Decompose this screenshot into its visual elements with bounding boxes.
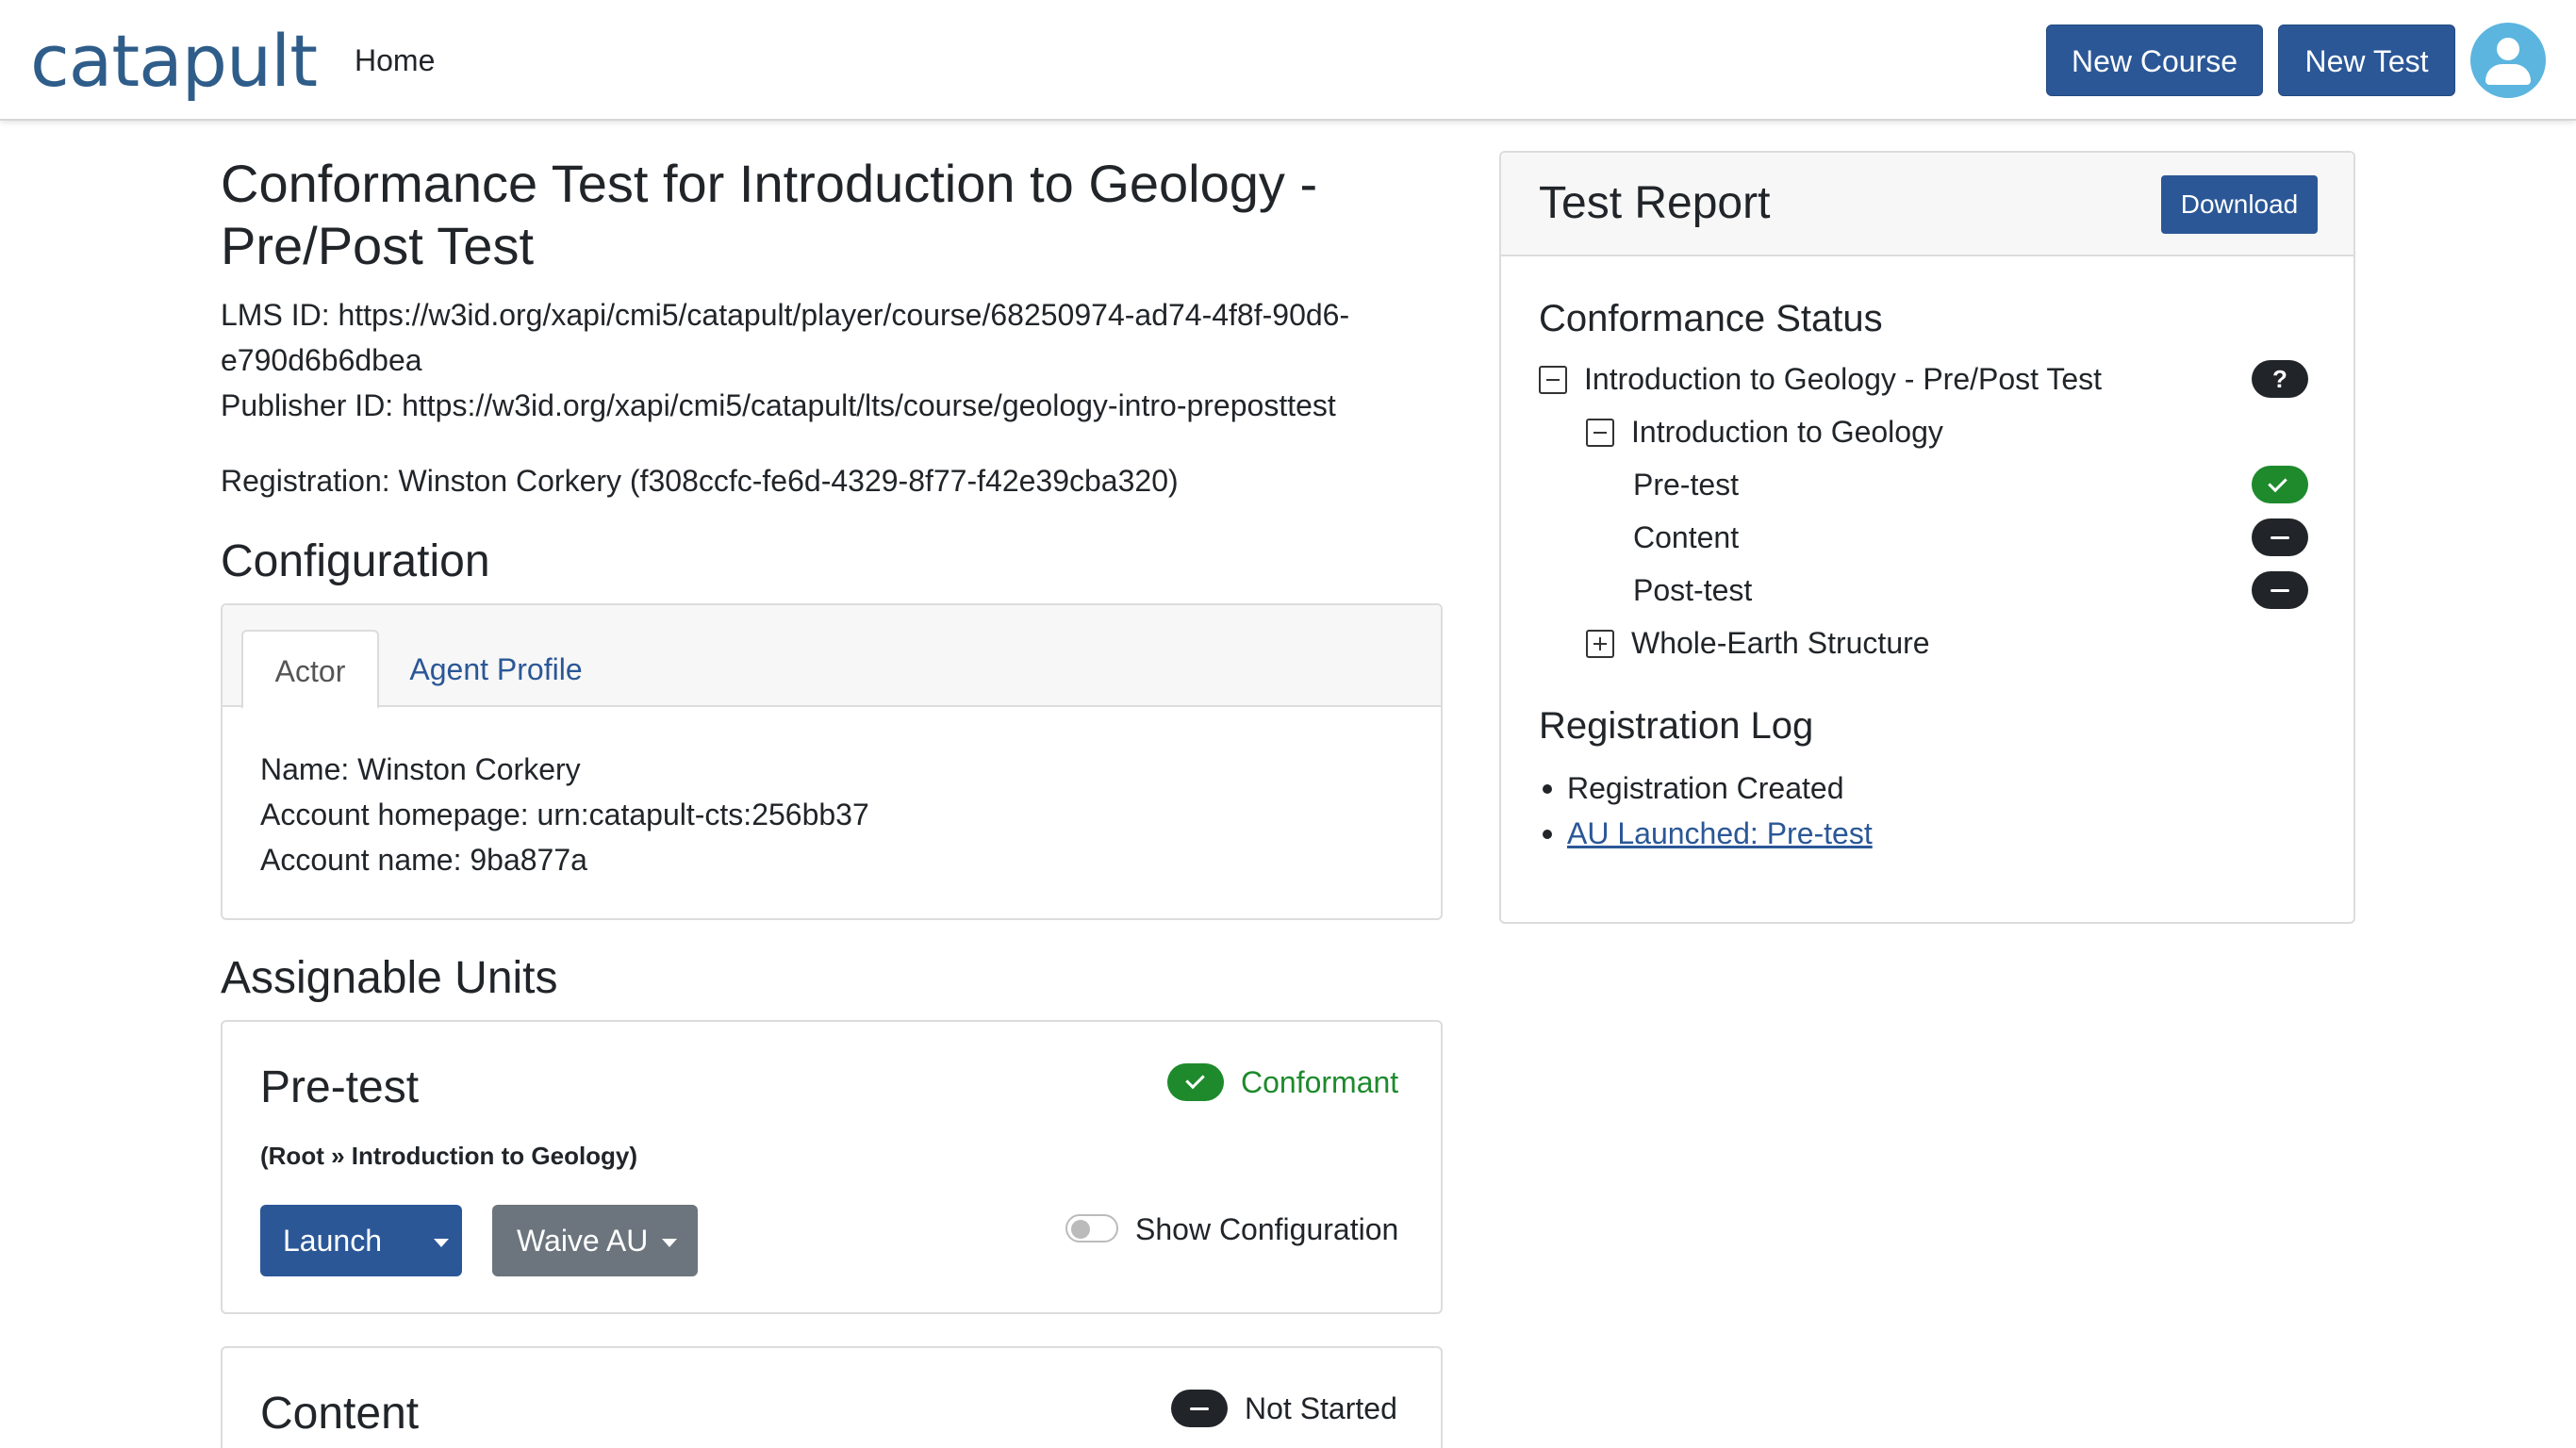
dash-mark xyxy=(2271,589,2289,592)
registration-info: Registration: Winston Corkery (f308ccfc-… xyxy=(221,464,1179,498)
waive-au-button[interactable]: Waive AU xyxy=(492,1205,698,1276)
toggle-knob xyxy=(1071,1220,1090,1239)
log-item: AU Launched: Pre-test xyxy=(1543,811,1873,856)
test-report-title: Test Report xyxy=(1539,178,1771,228)
dash-mark xyxy=(1190,1407,1209,1410)
avatar-body xyxy=(2485,64,2531,85)
minus-bar xyxy=(1593,432,1607,434)
tree-item-course: Introduction to Geology - Pre/Post Test xyxy=(1584,362,2103,396)
expand-icon[interactable] xyxy=(1586,630,1614,658)
user-avatar-icon[interactable] xyxy=(2470,23,2546,98)
configuration-card: Actor Agent Profile Name: Winston Corker… xyxy=(221,603,1443,920)
not-started-dash-icon xyxy=(2252,571,2308,609)
lms-id-line1: LMS ID: https://w3id.org/xapi/cmi5/catap… xyxy=(221,298,1350,332)
configuration-heading: Configuration xyxy=(221,536,490,586)
not-started-dash-icon xyxy=(1171,1390,1228,1427)
tree-item-whole-earth: Whole-Earth Structure xyxy=(1631,626,1930,660)
pass-check-icon xyxy=(2252,466,2308,503)
assignable-units-heading: Assignable Units xyxy=(221,953,558,1003)
au-path: (Root » Introduction to Geology) xyxy=(260,1142,638,1170)
avatar-head xyxy=(2497,38,2519,60)
show-configuration-label: Show Configuration xyxy=(1135,1212,1399,1246)
launch-button[interactable]: Launch xyxy=(283,1205,382,1276)
au-card-content: Content Not Started xyxy=(221,1346,1443,1448)
test-report-header: Test Report Download xyxy=(1501,153,2353,256)
actor-homepage: Account homepage: urn:catapult-cts:256bb… xyxy=(260,798,869,831)
tree-item-pre-test: Pre-test xyxy=(1633,468,1740,502)
au-title: Pre-test xyxy=(260,1062,420,1112)
check-mark xyxy=(1185,1069,1205,1090)
nav-home-link[interactable]: Home xyxy=(355,41,435,79)
page-title: Conformance Test for Introduction to Geo… xyxy=(221,154,1318,275)
chevron-down-icon xyxy=(434,1239,449,1248)
launch-button-group: Launch xyxy=(260,1205,462,1276)
collapse-icon[interactable] xyxy=(1539,366,1567,394)
test-report-card: Test Report Download Conformance Status … xyxy=(1499,151,2355,924)
minus-bar xyxy=(1546,379,1560,381)
new-test-button[interactable]: New Test xyxy=(2278,25,2455,96)
dash-mark xyxy=(2271,536,2289,539)
lms-id-line2: e790d6b6dbea xyxy=(221,343,422,377)
conformant-check-icon xyxy=(1167,1063,1224,1101)
check-mark xyxy=(2268,472,2287,493)
configuration-tabs: Actor Agent Profile xyxy=(223,605,1441,709)
plus-bar-v xyxy=(1599,637,1601,650)
show-configuration-toggle[interactable] xyxy=(1065,1214,1118,1242)
download-button[interactable]: Download xyxy=(2161,175,2318,234)
tree-item-content: Content xyxy=(1633,520,1740,554)
actor-name: Name: Winston Corkery xyxy=(260,752,581,786)
log-item: Registration Created xyxy=(1542,765,1843,811)
collapse-icon[interactable] xyxy=(1586,419,1614,447)
new-course-button[interactable]: New Course xyxy=(2046,25,2263,96)
launch-dropdown-toggle[interactable] xyxy=(421,1205,462,1276)
chevron-down-icon xyxy=(662,1239,678,1248)
actor-account-name: Account name: 9ba877a xyxy=(260,843,587,877)
tab-agent-profile[interactable]: Agent Profile xyxy=(392,630,600,709)
waive-au-label: Waive AU xyxy=(517,1224,649,1258)
publisher-id: Publisher ID: https://w3id.org/xapi/cmi5… xyxy=(221,388,1336,422)
unknown-status-badge: ? xyxy=(2252,360,2308,398)
brand-logo[interactable]: catapult xyxy=(30,21,318,102)
conformance-status-heading: Conformance Status xyxy=(1539,298,1883,339)
registration-log-heading: Registration Log xyxy=(1539,705,1814,747)
not-started-dash-icon xyxy=(2252,518,2308,556)
top-navbar: catapult Home New Course New Test xyxy=(0,0,2576,121)
au-title: Content xyxy=(260,1389,420,1439)
tab-actor[interactable]: Actor xyxy=(241,630,379,709)
au-status: Not Started xyxy=(1245,1391,1397,1425)
tree-item-post-test: Post-test xyxy=(1633,573,1753,607)
au-card-pre-test: Pre-test Conformant (Root » Introduction… xyxy=(221,1020,1443,1314)
tree-item-block: Introduction to Geology xyxy=(1631,415,1943,449)
au-status: Conformant xyxy=(1241,1065,1399,1099)
log-link-au-launched[interactable]: AU Launched: Pre-test xyxy=(1567,816,1873,850)
